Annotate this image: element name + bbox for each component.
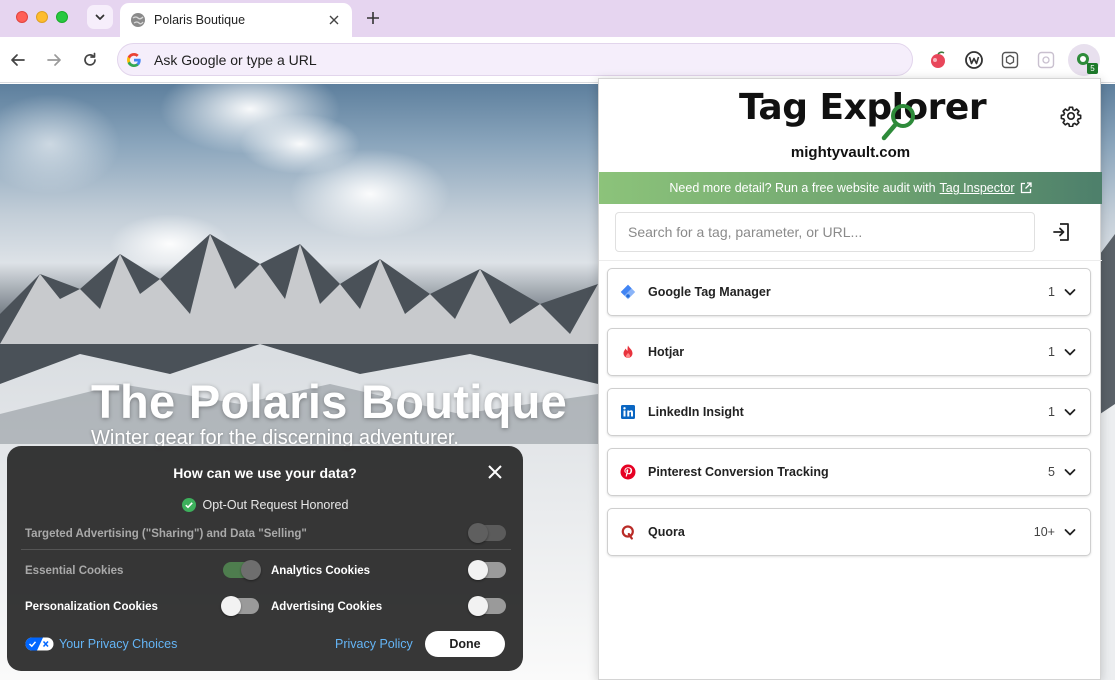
tag-item-linkedin-insight[interactable]: LinkedIn Insight 1 (607, 388, 1091, 436)
tag-search-input[interactable] (615, 212, 1035, 252)
opt-out-status-text: Opt-Out Request Honored (202, 498, 349, 512)
tag-count: 5 (1048, 465, 1055, 479)
audit-banner: Need more detail? Run a free website aud… (599, 172, 1102, 204)
tag-inspector-link[interactable]: Tag Inspector (940, 181, 1015, 195)
browser-tab[interactable]: Polaris Boutique (120, 3, 352, 37)
tag-list: Google Tag Manager 1 Hotjar 1 LinkedIn I… (607, 268, 1091, 568)
chevron-down-icon (1064, 529, 1076, 536)
advertising-cookies-label: Advertising Cookies (271, 601, 383, 613)
hotjar-icon (623, 345, 633, 358)
privacy-options-icon (25, 637, 54, 651)
personalization-cookies-toggle[interactable] (221, 596, 259, 616)
tag-name: Google Tag Manager (648, 285, 771, 299)
tag-count: 1 (1048, 405, 1055, 419)
tag-item-hotjar[interactable]: Hotjar 1 (607, 328, 1091, 376)
window-close-button[interactable] (16, 11, 28, 23)
linkedin-icon (621, 405, 635, 419)
chevron-down-icon (1064, 289, 1076, 296)
advertising-cookies-toggle[interactable] (468, 596, 506, 616)
personalization-cookies-label: Personalization Cookies (25, 601, 158, 613)
tag-item-quora[interactable]: Quora 10+ (607, 508, 1091, 556)
essential-cookies-label: Essential Cookies (25, 565, 124, 577)
forward-button[interactable] (42, 48, 66, 72)
chevron-down-icon (1064, 469, 1076, 476)
opt-out-status: Opt-Out Request Honored (7, 498, 523, 512)
tag-count: 1 (1048, 285, 1055, 299)
consent-title: How can we use your data? (173, 465, 357, 481)
new-tab-button[interactable] (362, 7, 384, 29)
chevron-down-icon (1064, 409, 1076, 416)
tag-count: 1 (1048, 345, 1055, 359)
tab-close-button[interactable] (326, 12, 342, 28)
close-icon[interactable] (487, 464, 503, 480)
done-button[interactable]: Done (425, 631, 505, 657)
window-minimize-button[interactable] (36, 11, 48, 23)
tag-item-pinterest-conversion-tracking[interactable]: Pinterest Conversion Tracking 5 (607, 448, 1091, 496)
targeted-advertising-toggle[interactable] (468, 523, 506, 543)
consent-divider (21, 549, 511, 550)
tag-count: 10+ (1033, 525, 1055, 539)
tag-explorer-extension-button[interactable]: 5 (1068, 44, 1100, 76)
tag-name: LinkedIn Insight (648, 405, 744, 419)
analytics-cookies-toggle[interactable] (468, 560, 506, 580)
extension-button-1[interactable] (926, 48, 950, 72)
tag-name: Pinterest Conversion Tracking (648, 465, 829, 479)
tag-explorer-popup: Tag Explorer mightyvault.com Need more d… (598, 78, 1102, 680)
tag-name: Quora (648, 525, 685, 539)
arrow-right-icon (47, 54, 61, 66)
essential-cookies-toggle[interactable] (223, 560, 261, 580)
reload-button[interactable] (78, 48, 102, 72)
extension-button-4[interactable] (1034, 48, 1058, 72)
privacy-policy-link[interactable]: Privacy Policy (335, 637, 413, 651)
external-link-icon (1020, 182, 1032, 194)
address-bar-placeholder: Ask Google or type a URL (154, 51, 317, 68)
hexagon-extension-icon (1001, 51, 1019, 69)
plus-icon (367, 12, 379, 24)
wappalyzer-icon (965, 51, 983, 69)
address-bar[interactable]: Ask Google or type a URL (117, 43, 913, 76)
targeted-advertising-label: Targeted Advertising ("Sharing") and Dat… (25, 528, 307, 540)
window-zoom-button[interactable] (56, 11, 68, 23)
tab-search-button[interactable] (87, 5, 113, 29)
gear-icon[interactable] (1060, 105, 1082, 127)
current-domain: mightyvault.com (790, 144, 911, 161)
privacy-choices-link[interactable]: Your Privacy Choices (25, 637, 177, 651)
cookie-consent-dialog: How can we use your data? Opt-Out Reques… (7, 446, 523, 671)
globe-icon (131, 13, 145, 27)
magnifier-logo-icon (881, 104, 915, 141)
tag-explorer-logo: Tag Explorer (739, 87, 987, 128)
reload-icon (84, 52, 96, 66)
arrow-left-icon (11, 54, 25, 66)
tag-name: Hotjar (648, 345, 685, 359)
tab-title: Polaris Boutique (154, 13, 246, 27)
back-button[interactable] (6, 48, 30, 72)
export-icon[interactable] (1051, 221, 1073, 243)
chevron-down-icon (95, 14, 105, 20)
extension-button-2[interactable] (962, 48, 986, 72)
extension-badge: 5 (1087, 63, 1098, 74)
google-icon (127, 52, 141, 67)
hero-title: The Polaris Boutique (91, 375, 568, 428)
analytics-cookies-label: Analytics Cookies (271, 565, 371, 577)
tag-item-google-tag-manager[interactable]: Google Tag Manager 1 (607, 268, 1091, 316)
browser-toolbar: Ask Google or type a URL 5 (0, 37, 1115, 83)
extension-button-3[interactable] (998, 48, 1022, 72)
cherry-extension-icon (931, 51, 945, 68)
quora-icon (621, 525, 634, 540)
chevron-down-icon (1064, 349, 1076, 356)
check-circle-icon (181, 498, 196, 512)
gtm-icon (620, 284, 636, 300)
close-icon (329, 15, 339, 25)
pinterest-icon (620, 464, 636, 480)
search-separator (599, 260, 1102, 261)
audit-banner-text: Need more detail? Run a free website aud… (669, 181, 936, 195)
privacy-choices-text: Your Privacy Choices (59, 637, 178, 651)
puzzle-extension-icon (1037, 51, 1055, 69)
tab-strip: Polaris Boutique (0, 0, 1115, 37)
